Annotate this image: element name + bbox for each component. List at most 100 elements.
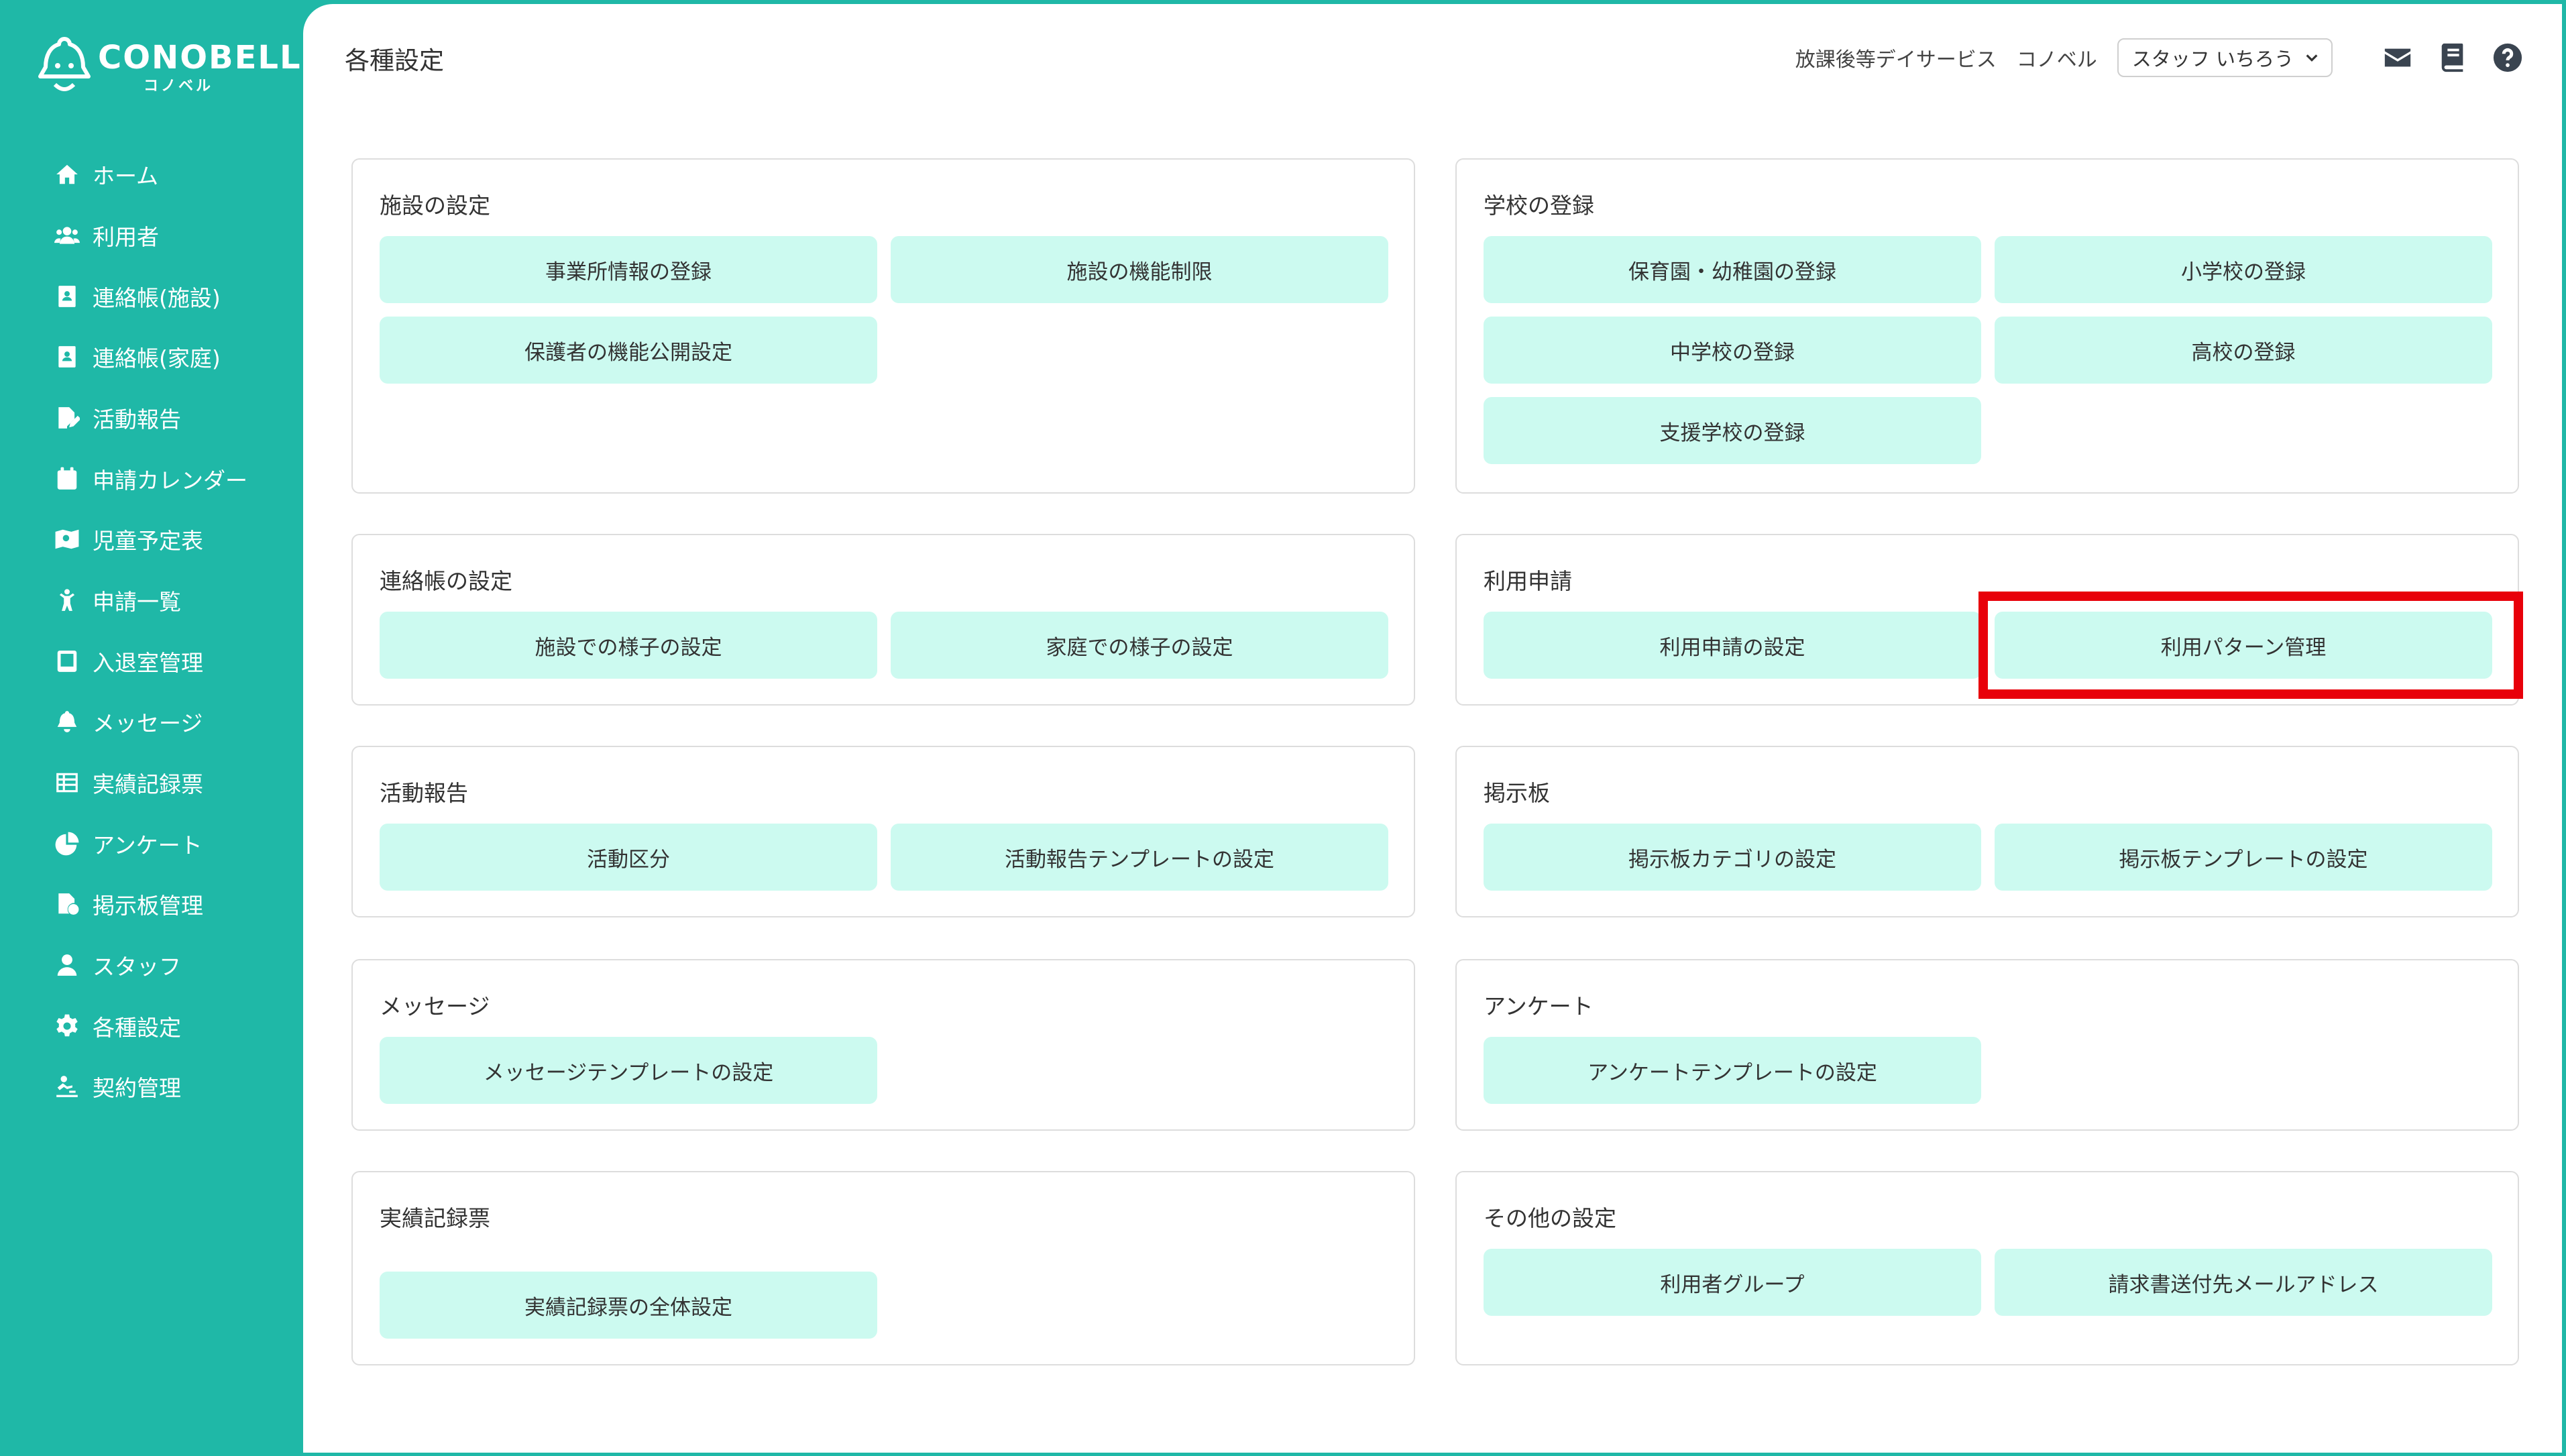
card-title: その他の設定 (1484, 1205, 1616, 1231)
bell-icon (51, 707, 83, 736)
board-category-button[interactable]: 掲示板カテゴリの設定 (1484, 824, 1981, 891)
facility-type: 放課後等デイサービス (1795, 48, 1997, 72)
guardian-function-button[interactable]: 保護者の機能公開設定 (380, 317, 877, 384)
message-card: メッセージ メッセージテンプレートの設定 (351, 959, 1415, 1131)
tablet-icon (51, 647, 83, 676)
activity-template-button[interactable]: 活動報告テンプレートの設定 (891, 824, 1388, 891)
sidebar: CONOBELL コノベル ホーム 利用者 連絡帳(施設) 連絡帳(家庭) 活動… (0, 0, 303, 1456)
card-title: 実績記録票 (380, 1205, 490, 1231)
sidebar-item-label: 掲示板管理 (93, 893, 203, 919)
sidebar-item-activity-report[interactable]: 活動報告 (51, 398, 181, 438)
high-school-registration-button[interactable]: 高校の登録 (1995, 317, 2492, 384)
function-restriction-button[interactable]: 施設の機能制限 (891, 236, 1388, 303)
survey-card: アンケート アンケートテンプレートの設定 (1455, 959, 2519, 1131)
facility-settings-card: 施設の設定 事業所情報の登録 施設の機能制限 保護者の機能公開設定 (351, 158, 1415, 494)
brand-sub: コノベル (144, 78, 214, 95)
sidebar-item-label: 実績記録票 (93, 771, 203, 797)
chevron-down-icon (2306, 54, 2318, 62)
mail-icon[interactable] (2381, 41, 2414, 74)
sidebar-item-label: 申請カレンダー (93, 467, 247, 494)
manual-book-icon[interactable] (2436, 41, 2469, 74)
board-template-button[interactable]: 掲示板テンプレートの設定 (1995, 824, 2492, 891)
card-title: メッセージ (380, 993, 490, 1019)
activity-category-button[interactable]: 活動区分 (380, 824, 877, 891)
office-info-button[interactable]: 事業所情報の登録 (380, 236, 877, 303)
brand-logo[interactable]: CONOBELL コノベル (38, 32, 300, 99)
sidebar-item-label: 利用者 (93, 224, 159, 250)
gear-icon (51, 1011, 83, 1041)
help-icon[interactable] (2491, 41, 2524, 74)
sidebar-item-survey[interactable]: アンケート (51, 824, 203, 864)
special-school-registration-button[interactable]: 支援学校の登録 (1484, 397, 1981, 464)
card-title: アンケート (1484, 993, 1594, 1019)
sidebar-item-contact-home[interactable]: 連絡帳(家庭) (51, 337, 221, 377)
sidebar-item-contact-facility[interactable]: 連絡帳(施設) (51, 276, 221, 317)
sidebar-item-record[interactable]: 実績記録票 (51, 763, 203, 803)
nursery-registration-button[interactable]: 保育園・幼稚園の登録 (1484, 236, 1981, 303)
contact-book-icon (51, 282, 83, 311)
record-card: 実績記録票 実績記録票の全体設定 (351, 1171, 1415, 1365)
sidebar-item-contract[interactable]: 契約管理 (51, 1066, 181, 1107)
sidebar-item-entry-exit[interactable]: 入退室管理 (51, 641, 203, 681)
sidebar-item-label: 連絡帳(施設) (93, 285, 221, 311)
staff-select[interactable]: スタッフ いちろう (2117, 38, 2333, 77)
app-window: CONOBELL コノベル ホーム 利用者 連絡帳(施設) 連絡帳(家庭) 活動… (0, 0, 2566, 1456)
contract-icon (51, 1072, 83, 1101)
calendar-icon (51, 464, 83, 494)
elementary-registration-button[interactable]: 小学校の登録 (1995, 236, 2492, 303)
sidebar-item-label: 申請一覧 (93, 589, 181, 615)
sidebar-item-users[interactable]: 利用者 (51, 215, 159, 256)
record-overall-settings-button[interactable]: 実績記録票の全体設定 (380, 1272, 877, 1339)
sidebar-item-label: ホーム (93, 163, 159, 189)
invoice-email-button[interactable]: 請求書送付先メールアドレス (1995, 1249, 2492, 1316)
home-icon (51, 160, 83, 189)
sidebar-item-label: メッセージ (93, 710, 203, 736)
other-settings-card: その他の設定 利用者グループ 請求書送付先メールアドレス (1455, 1171, 2519, 1365)
sidebar-item-label: 各種設定 (93, 1015, 181, 1041)
usage-application-settings-button[interactable]: 利用申請の設定 (1484, 612, 1981, 679)
brand-name: CONOBELL (98, 39, 302, 76)
contact-book-settings-card: 連絡帳の設定 施設での様子の設定 家庭での様子の設定 (351, 534, 1415, 706)
sidebar-item-staff[interactable]: スタッフ (51, 945, 181, 985)
card-title: 活動報告 (380, 780, 468, 806)
card-title: 連絡帳の設定 (380, 568, 512, 594)
sidebar-item-board[interactable]: 掲示板管理 (51, 884, 203, 924)
sidebar-item-label: 活動報告 (93, 406, 181, 433)
sidebar-item-message[interactable]: メッセージ (51, 702, 203, 742)
report-edit-icon (51, 403, 83, 433)
user-group-button[interactable]: 利用者グループ (1484, 1249, 1981, 1316)
sidebar-item-label: スタッフ (93, 954, 181, 980)
bulletin-board-card: 掲示板 掲示板カテゴリの設定 掲示板テンプレートの設定 (1455, 746, 2519, 917)
sidebar-item-label: 連絡帳(家庭) (93, 345, 221, 372)
main-panel: 各種設定 放課後等デイサービス コノベル スタッフ いちろう 施設の設定 事業所… (303, 4, 2562, 1453)
top-bar: 放課後等デイサービス コノベル スタッフ いちろう (1795, 38, 2524, 78)
activity-report-card: 活動報告 活動区分 活動報告テンプレートの設定 (351, 746, 1415, 917)
card-title: 学校の登録 (1484, 192, 1594, 219)
home-condition-button[interactable]: 家庭での様子の設定 (891, 612, 1388, 679)
message-template-button[interactable]: メッセージテンプレートの設定 (380, 1037, 877, 1104)
sidebar-item-calendar[interactable]: 申請カレンダー (51, 459, 247, 499)
survey-template-button[interactable]: アンケートテンプレートの設定 (1484, 1037, 1981, 1104)
staff-select-value: スタッフ いちろう (2131, 48, 2294, 70)
sidebar-item-label: 入退室管理 (93, 650, 203, 676)
sidebar-item-child-schedule[interactable]: 児童予定表 (51, 519, 203, 559)
sidebar-item-home[interactable]: ホーム (51, 154, 158, 194)
staff-icon (51, 950, 83, 980)
sidebar-item-label: アンケート (93, 832, 203, 858)
page-title: 各種設定 (345, 46, 444, 75)
sidebar-item-label: 契約管理 (93, 1075, 181, 1101)
sidebar-item-application-list[interactable]: 申請一覧 (51, 580, 181, 620)
card-title: 施設の設定 (380, 192, 490, 219)
organization-name: コノベル (2016, 48, 2097, 72)
card-title: 利用申請 (1484, 568, 1572, 594)
facility-condition-button[interactable]: 施設での様子の設定 (380, 612, 877, 679)
contact-book-icon (51, 342, 83, 372)
card-title: 掲示板 (1484, 780, 1550, 806)
users-icon (51, 221, 83, 250)
junior-high-registration-button[interactable]: 中学校の登録 (1484, 317, 1981, 384)
board-icon (51, 889, 83, 919)
highlight-box (1978, 592, 2523, 699)
bell-logo-icon (38, 37, 91, 91)
sidebar-item-settings[interactable]: 各種設定 (51, 1006, 181, 1046)
child-icon (51, 585, 83, 615)
